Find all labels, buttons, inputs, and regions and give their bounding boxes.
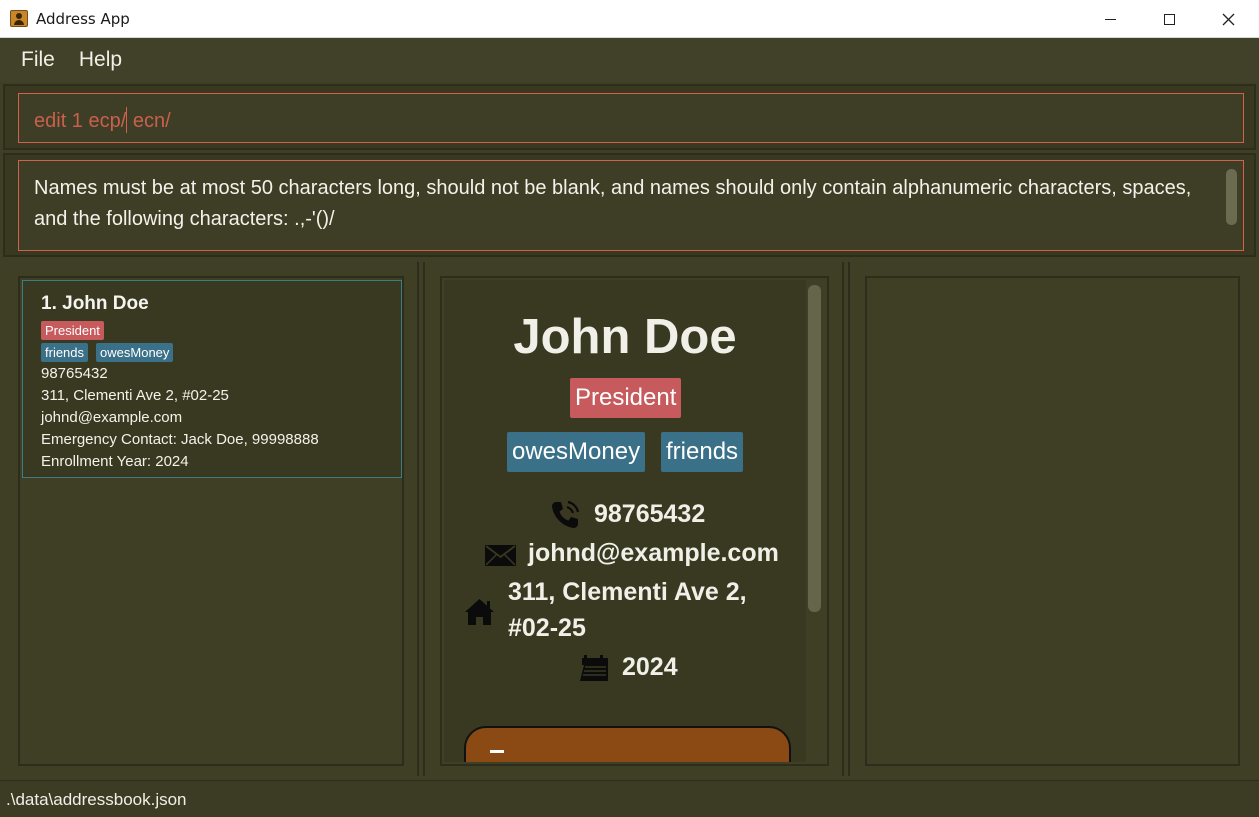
maximize-icon	[1163, 13, 1175, 25]
minimize-icon	[1104, 18, 1116, 20]
result-scrollbar[interactable]	[1226, 169, 1237, 225]
person-detail-card: John Doe President owesMoney friends 987…	[444, 280, 806, 762]
command-text-before-caret: edit 1 ecp/	[34, 110, 127, 132]
right-panel	[865, 276, 1240, 766]
menu-bar: File Help	[0, 38, 1259, 82]
detail-address-line1: 311, Clementi Ave 2,	[508, 578, 747, 606]
detail-tag-owes-money: owesMoney	[507, 432, 646, 472]
menu-help[interactable]: Help	[67, 48, 134, 72]
person-card-name: 1. John Doe	[41, 293, 149, 314]
command-input[interactable]: edit 1 ecp/ ecn/	[18, 93, 1244, 143]
detail-address-line2: #02-25	[508, 614, 586, 642]
save-location: .\data\addressbook.json	[6, 790, 187, 809]
window-title: Address App	[36, 10, 130, 28]
close-icon	[1222, 13, 1234, 25]
detail-action-button[interactable]	[464, 726, 791, 762]
detail-scrollbar[interactable]	[808, 285, 821, 612]
command-box-container: edit 1 ecp/ ecn/	[3, 84, 1256, 150]
title-bar: Address App	[0, 0, 1259, 38]
command-text-after-caret: ecn/	[127, 110, 171, 132]
status-bar: .\data\addressbook.json	[0, 780, 1259, 817]
command-text: edit 1 ecp/ ecn/	[34, 107, 171, 133]
person-card-email: johnd@example.com	[41, 409, 183, 426]
result-display[interactable]: Names must be at most 50 characters long…	[18, 160, 1244, 251]
person-card-enrollment-year: Enrollment Year: 2024	[41, 453, 189, 470]
tag-friends: friends	[41, 343, 89, 362]
address-book-icon	[10, 10, 28, 27]
detail-email: johnd@example.com	[528, 539, 779, 567]
mail-icon	[485, 545, 516, 566]
panel-divider-right[interactable]	[842, 262, 850, 776]
person-card-tags: friends owesMoney	[41, 342, 174, 362]
panel-divider-left[interactable]	[417, 262, 425, 776]
menu-file[interactable]: File	[9, 48, 67, 72]
detail-enrollment-year: 2024	[622, 653, 678, 681]
person-card[interactable]: 1. John Doe President friends owesMoney 9…	[22, 280, 402, 478]
person-card-role-row: President	[41, 320, 104, 340]
phone-icon	[552, 500, 580, 528]
button-glyph	[490, 750, 504, 753]
home-icon	[465, 599, 494, 625]
minimize-button[interactable]	[1081, 0, 1139, 38]
person-list-panel: 1. John Doe President friends owesMoney 9…	[18, 276, 404, 766]
person-detail-panel: John Doe President owesMoney friends 987…	[440, 276, 829, 766]
person-card-phone: 98765432	[41, 365, 108, 382]
detail-role-tag: President	[570, 378, 682, 418]
close-button[interactable]	[1199, 0, 1257, 38]
tag-owes-money: owesMoney	[96, 343, 174, 362]
result-display-container: Names must be at most 50 characters long…	[3, 153, 1256, 257]
detail-tag-friends: friends	[661, 432, 744, 472]
person-card-address: 311, Clementi Ave 2, #02-25	[41, 387, 229, 404]
maximize-button[interactable]	[1140, 0, 1198, 38]
calendar-icon	[580, 655, 608, 681]
detail-phone: 98765432	[594, 500, 706, 528]
detail-name: John Doe	[513, 310, 737, 364]
role-tag: President	[41, 321, 104, 340]
person-card-emergency-contact: Emergency Contact: Jack Doe, 99998888	[41, 431, 319, 448]
result-message: Names must be at most 50 characters long…	[34, 177, 1192, 230]
